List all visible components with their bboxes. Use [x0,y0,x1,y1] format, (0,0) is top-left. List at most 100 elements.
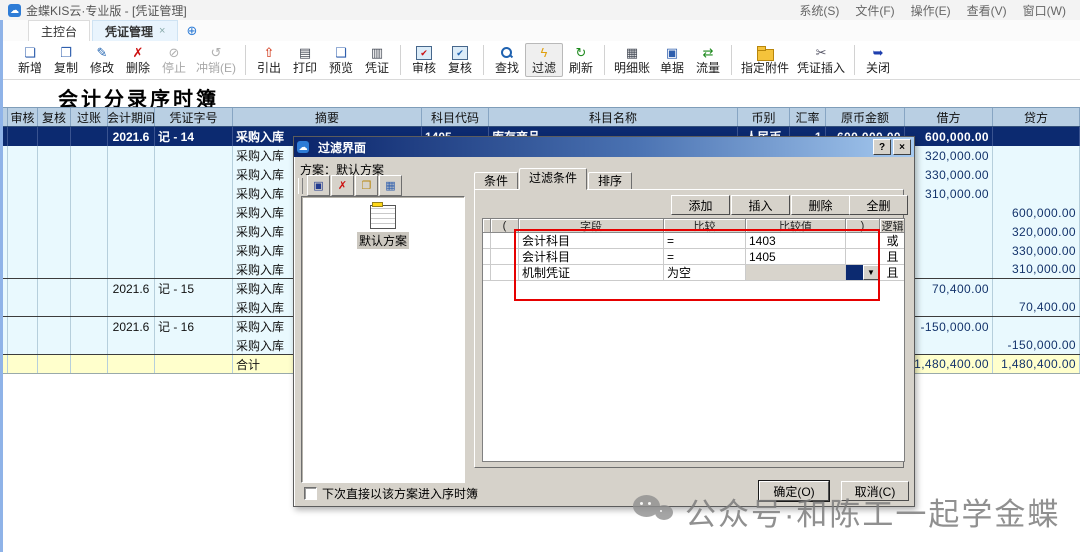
tab-voucher-management[interactable]: 凭证管理 × [92,20,178,41]
column-header-posted: 过账 [71,108,108,126]
toolbar-cash-flow-button[interactable]: ⇄流量 [690,43,726,77]
cell-audit [8,165,38,184]
cell-posted [71,127,108,146]
column-header-credit: 贷方 [993,108,1080,126]
copy-scheme-button[interactable]: ❐ [355,175,378,196]
cancel-button[interactable]: 取消(C) [841,481,909,501]
filter-cell-comparison[interactable]: = [664,233,746,249]
filter-dialog-titlebar[interactable]: ☁ 过滤界面 ? × [294,137,914,157]
filter-condition-row[interactable]: 会计科目=1403 或 [483,233,904,249]
filter-cell-paren_open[interactable] [491,233,519,249]
filter-cell-comparison[interactable]: = [664,249,746,265]
apply-scheme-checkbox[interactable]: 下次直接以该方案进入序时簿 [304,485,478,502]
cell-credit [993,146,1080,165]
filter-tab-0[interactable]: 条件 [474,172,518,190]
filter-dialog-tabs: 条件过滤条件排序 [474,170,633,190]
scheme-item-default[interactable]: 默认方案 [302,205,464,249]
toolbar-filter-button[interactable]: ϟ过滤 [525,43,563,77]
cell-credit: 330,000.00 [993,241,1080,260]
filter-cell-logic[interactable]: 且 [880,265,905,281]
toolbar-print-button[interactable]: ▤打印 [287,43,323,77]
filter-cell-field[interactable]: 会计科目 [519,233,664,249]
dropdown-arrow-icon[interactable]: ▼ [863,265,879,280]
toolbar-refresh-button[interactable]: ↻刷新 [563,43,599,77]
filter-cell-comparison[interactable]: 为空 [664,265,746,281]
toolbar-button-label: 修改 [90,61,114,75]
toolbar-close-button[interactable]: ➥关闭 [860,43,896,77]
ok-button[interactable]: 确定(O) [759,481,829,501]
toolbar-button-label: 冲销(E) [196,61,236,75]
toolbar-delete-button[interactable]: ✗删除 [120,43,156,77]
filter-cell-logic[interactable]: 或 [880,233,905,249]
menu-window[interactable]: 窗口(W) [1023,2,1066,19]
toolbar-separator [731,45,732,75]
table-view-button[interactable]: ▦ [379,175,402,196]
cell-voucher_no [155,165,233,184]
filter-cell-logic[interactable]: 且 [880,249,905,265]
checkbox-icon[interactable] [304,487,317,500]
toolbar-button-label: 引出 [257,61,281,75]
toolbar-modify-button[interactable]: ✎修改 [84,43,120,77]
cell-debit: 1,480,400.00 [905,355,993,373]
dialog-help-button[interactable]: ? [873,139,891,155]
scheme-listbox[interactable]: 默认方案 [301,196,465,483]
menu-operation[interactable]: 操作(E) [911,2,951,19]
toolbar-stop-button: ⊘停止 [156,43,192,77]
filter-cell-paren_open[interactable] [491,265,519,281]
filter-cell-field[interactable]: 会计科目 [519,249,664,265]
filter-cell-field[interactable]: 机制凭证 [519,265,664,281]
add-tab-icon[interactable]: ⊕ [180,20,203,41]
filter-cell-paren_close[interactable] [846,233,880,249]
tab-label: 凭证管理 [105,23,153,40]
cell-voucher_no: 记 - 16 [155,317,233,336]
add-button[interactable]: 添加 [671,195,730,215]
toolbar-new-button[interactable]: ❏新增 [12,43,48,77]
toolbar-button-label: 新增 [18,61,42,75]
tab-console[interactable]: 主控台 [28,20,90,41]
toolbar-detail-ledger-button[interactable]: ▦明细账 [610,43,654,77]
close-tab-icon[interactable]: × [159,25,165,37]
dialog-title: 过滤界面 [318,139,366,156]
toolbar-attachment-button[interactable]: 指定附件 [737,43,793,77]
cell-audit [8,127,38,146]
filter-tab-2[interactable]: 排序 [588,172,632,190]
filter-cell-rowsel[interactable] [483,233,491,249]
delete-button[interactable]: 删除 [791,195,850,215]
toolbar-export-button[interactable]: ⇧引出 [251,43,287,77]
filter-cell-rowsel[interactable] [483,265,491,281]
toolbar-review-button[interactable]: ✔复核 [442,43,478,77]
filter-cell-value[interactable] [746,265,846,281]
delete-all-button[interactable]: 全删 [849,195,908,215]
toolbar-find-button[interactable]: 查找 [489,43,525,77]
app-logo-icon: ☁ [8,4,21,17]
toolbar-button-label: 复核 [448,61,472,75]
save-scheme-button[interactable]: ▣ [307,175,330,196]
toolbar-audit-button[interactable]: ✔审核 [406,43,442,77]
filter-cell-value[interactable]: 1405 [746,249,846,265]
toolbar-copy-button[interactable]: ❐复制 [48,43,84,77]
filter-condition-row[interactable]: 机制凭证为空 ▼且 [483,265,904,281]
filter-cell-value[interactable]: 1403 [746,233,846,249]
delete-scheme-button[interactable]: ✗ [331,175,354,196]
menu-view[interactable]: 查看(V) [967,2,1007,19]
toolbar-voucher-print-button[interactable]: ▥凭证 [359,43,395,77]
column-header-currency: 币别 [738,108,790,126]
filter-tab-1[interactable]: 过滤条件 [519,168,587,190]
dialog-close-button[interactable]: × [893,139,911,155]
filter-cell-paren_open[interactable] [491,249,519,265]
filter-condition-row[interactable]: 会计科目=1405 且 [483,249,904,265]
toolbar-separator [483,45,484,75]
filter-cell-paren-close[interactable]: ▼ [846,265,880,281]
toolbar-preview-button[interactable]: ❑预览 [323,43,359,77]
toolbar-separator [854,45,855,75]
menu-file[interactable]: 文件(F) [855,2,894,19]
toolbar-voucher-insert-button[interactable]: ✂凭证插入 [793,43,849,77]
filter-cell-rowsel[interactable] [483,249,491,265]
toolbar-document-button[interactable]: ▣单据 [654,43,690,77]
delete-scheme-icon: ✗ [338,179,347,192]
toolbar-separator [400,45,401,75]
menu-system[interactable]: 系统(S) [799,2,839,19]
insert-button[interactable]: 插入 [731,195,790,215]
cell-period [108,241,155,260]
filter-cell-paren_close[interactable] [846,249,880,265]
